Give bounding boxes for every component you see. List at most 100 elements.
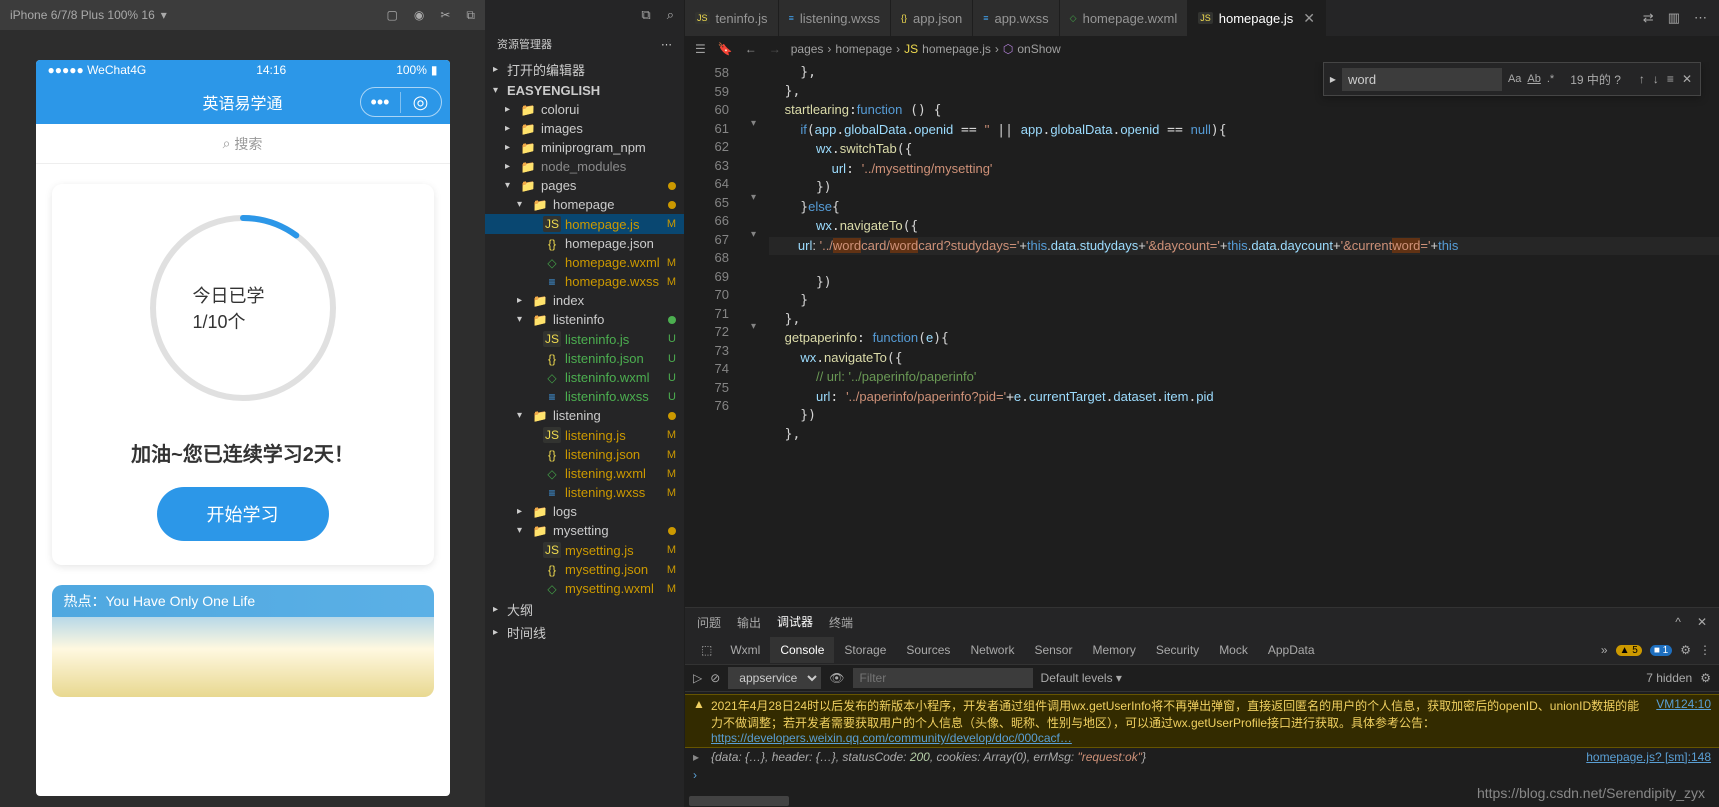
cut-icon[interactable]: ✂ — [440, 8, 450, 23]
dtab-wxml[interactable]: Wxml — [720, 637, 770, 663]
tree-item-images[interactable]: ▸📁images — [485, 119, 684, 138]
editor-tab-listening-wxss[interactable]: ≡listening.wxss — [779, 0, 891, 36]
dtab-appdata[interactable]: AppData — [1258, 637, 1325, 663]
find-input[interactable] — [1342, 68, 1502, 91]
compare-icon[interactable]: ⇄ — [1643, 10, 1654, 26]
tree-item-listening-wxss[interactable]: ≡listening.wxssM — [485, 483, 684, 502]
editor-tab-app-json[interactable]: {}app.json — [891, 0, 973, 36]
search-bar[interactable]: ⌕ 搜索 — [36, 124, 450, 164]
dock-icon[interactable]: ⋮ — [1699, 643, 1711, 657]
tab-output[interactable]: 输出 — [737, 608, 761, 637]
tree-item-mysetting-json[interactable]: {}mysetting.jsonM — [485, 560, 684, 579]
tree-item-mysetting-js[interactable]: JSmysetting.jsM — [485, 540, 684, 560]
tree-item-node_modules[interactable]: ▸📁node_modules — [485, 157, 684, 176]
warn-badge[interactable]: ▲ 5 — [1616, 645, 1642, 656]
back-icon[interactable]: ← — [745, 42, 757, 56]
panel-close-icon[interactable]: ✕ — [1697, 615, 1707, 629]
record-icon[interactable]: ◉ — [414, 8, 424, 23]
more-icon[interactable]: ⋯ — [661, 38, 672, 51]
dtab-console[interactable]: Console — [770, 637, 834, 663]
editor-tab-homepage-js[interactable]: JShomepage.js✕ — [1188, 0, 1326, 36]
editor-tab-app-wxss[interactable]: ≡app.wxss — [973, 0, 1059, 36]
context-select[interactable]: appservice — [728, 667, 821, 689]
console-play-icon[interactable]: ▷ — [693, 671, 702, 685]
whole-word-icon[interactable]: Ab — [1527, 73, 1540, 85]
filter-input[interactable] — [853, 668, 1033, 688]
settings-icon[interactable]: ⚙ — [1680, 643, 1691, 657]
rotate-icon[interactable]: ▢ — [387, 8, 398, 23]
tree-item-listeninfo-js[interactable]: JSlisteninfo.jsU — [485, 329, 684, 349]
editor-body[interactable]: 58596061626364656667686970717273747576 ▾… — [685, 62, 1719, 607]
match-case-icon[interactable]: Aa — [1508, 73, 1521, 85]
menu-icon[interactable]: ••• — [361, 92, 401, 113]
device-selector[interactable]: iPhone 6/7/8 Plus 100% 16▾ — [10, 8, 167, 22]
search-icon[interactable]: ⌕ — [667, 7, 674, 23]
eye-icon[interactable]: 👁 — [829, 671, 844, 685]
tree-item-listening-json[interactable]: {}listening.jsonM — [485, 445, 684, 464]
find-close-icon[interactable]: ✕ — [1682, 72, 1692, 86]
section-timeline[interactable]: ▸时间线 — [485, 621, 684, 644]
capsule-button[interactable]: ••• ◎ — [360, 87, 442, 117]
dtab-security[interactable]: Security — [1146, 637, 1209, 663]
regex-icon[interactable]: .* — [1547, 73, 1554, 85]
start-learning-button[interactable]: 开始学习 — [157, 487, 329, 541]
tree-item-listening-js[interactable]: JSlistening.jsM — [485, 425, 684, 445]
tree-item-listeninfo[interactable]: ▾📁listeninfo — [485, 310, 684, 329]
section-outline[interactable]: ▸大纲 — [485, 598, 684, 621]
tree-item-miniprogram_npm[interactable]: ▸📁miniprogram_npm — [485, 138, 684, 157]
tree-item-listening-wxml[interactable]: ◇listening.wxmlM — [485, 464, 684, 483]
dtab-sources[interactable]: Sources — [896, 637, 960, 663]
breadcrumbs[interactable]: pages › homepage › JS homepage.js › ⬡ on… — [791, 42, 1061, 56]
expand-icon[interactable]: » — [1601, 643, 1608, 657]
tree-item-homepage[interactable]: ▾📁homepage — [485, 195, 684, 214]
tree-item-logs[interactable]: ▸📁logs — [485, 502, 684, 521]
tab-problems[interactable]: 问题 — [697, 608, 721, 637]
find-prev-icon[interactable]: ↑ — [1639, 72, 1645, 86]
tree-item-mysetting[interactable]: ▾📁mysetting — [485, 521, 684, 540]
levels-select[interactable]: Default levels ▾ — [1041, 671, 1122, 685]
warning-source[interactable]: VM124:10 — [1656, 697, 1711, 711]
find-toggle[interactable]: ▸ — [1324, 72, 1342, 86]
dtab-network[interactable]: Network — [960, 637, 1024, 663]
list-icon[interactable]: ☰ — [695, 42, 706, 56]
tree-item-listeninfo-wxml[interactable]: ◇listeninfo.wxmlU — [485, 368, 684, 387]
split-icon[interactable]: ▥ — [1668, 10, 1680, 26]
editor-tab-teninfo-js[interactable]: JSteninfo.js — [685, 0, 779, 36]
tree-item-homepage-json[interactable]: {}homepage.json — [485, 234, 684, 253]
find-selection-icon[interactable]: ≡ — [1667, 72, 1674, 86]
dtab-memory[interactable]: Memory — [1082, 637, 1145, 663]
popout-icon[interactable]: ⧉ — [466, 8, 475, 23]
tab-debugger[interactable]: 调试器 — [777, 607, 813, 637]
log-source[interactable]: homepage.js? [sm]:148 — [1586, 750, 1711, 764]
console-prompt[interactable]: › — [685, 766, 1719, 784]
more-icon[interactable]: ⋯ — [1694, 10, 1707, 26]
tree-item-listeninfo-json[interactable]: {}listeninfo.jsonU — [485, 349, 684, 368]
editor-tab-homepage-wxml[interactable]: ◇homepage.wxml — [1060, 0, 1189, 36]
section-project[interactable]: ▾EASYENGLISH — [485, 81, 684, 100]
section-open-editors[interactable]: ▸打开的编辑器 — [485, 58, 684, 81]
files-icon[interactable]: ⧉ — [641, 7, 650, 23]
dtab-sensor[interactable]: Sensor — [1024, 637, 1082, 663]
tree-item-homepage-wxml[interactable]: ◇homepage.wxmlM — [485, 253, 684, 272]
tree-item-index[interactable]: ▸📁index — [485, 291, 684, 310]
hot-card[interactable]: 热点：You Have Only One Life — [52, 585, 434, 697]
info-badge[interactable]: ■ 1 — [1650, 645, 1672, 656]
dtab-mock[interactable]: Mock — [1209, 637, 1258, 663]
tab-terminal[interactable]: 终端 — [829, 608, 853, 637]
target-icon[interactable]: ◎ — [401, 92, 441, 113]
forward-icon[interactable]: → — [769, 42, 781, 56]
tree-item-colorui[interactable]: ▸📁colorui — [485, 100, 684, 119]
tree-item-homepage-js[interactable]: JShomepage.jsM — [485, 214, 684, 234]
tree-item-listening[interactable]: ▾📁listening — [485, 406, 684, 425]
console-settings-icon[interactable]: ⚙ — [1700, 671, 1711, 685]
inspect-icon[interactable]: ⬚ — [701, 643, 712, 657]
find-next-icon[interactable]: ↓ — [1653, 72, 1659, 86]
panel-maximize-icon[interactable]: ^ — [1675, 615, 1681, 629]
console-clear-icon[interactable]: ⊘ — [710, 671, 720, 685]
bookmark-icon[interactable]: 🔖 — [718, 42, 733, 56]
code-content[interactable]: }, }, startlearing:function () { if(app.… — [769, 62, 1719, 607]
tree-item-homepage-wxss[interactable]: ≡homepage.wxssM — [485, 272, 684, 291]
tree-item-mysetting-wxml[interactable]: ◇mysetting.wxmlM — [485, 579, 684, 598]
tree-item-pages[interactable]: ▾📁pages — [485, 176, 684, 195]
dtab-storage[interactable]: Storage — [834, 637, 896, 663]
